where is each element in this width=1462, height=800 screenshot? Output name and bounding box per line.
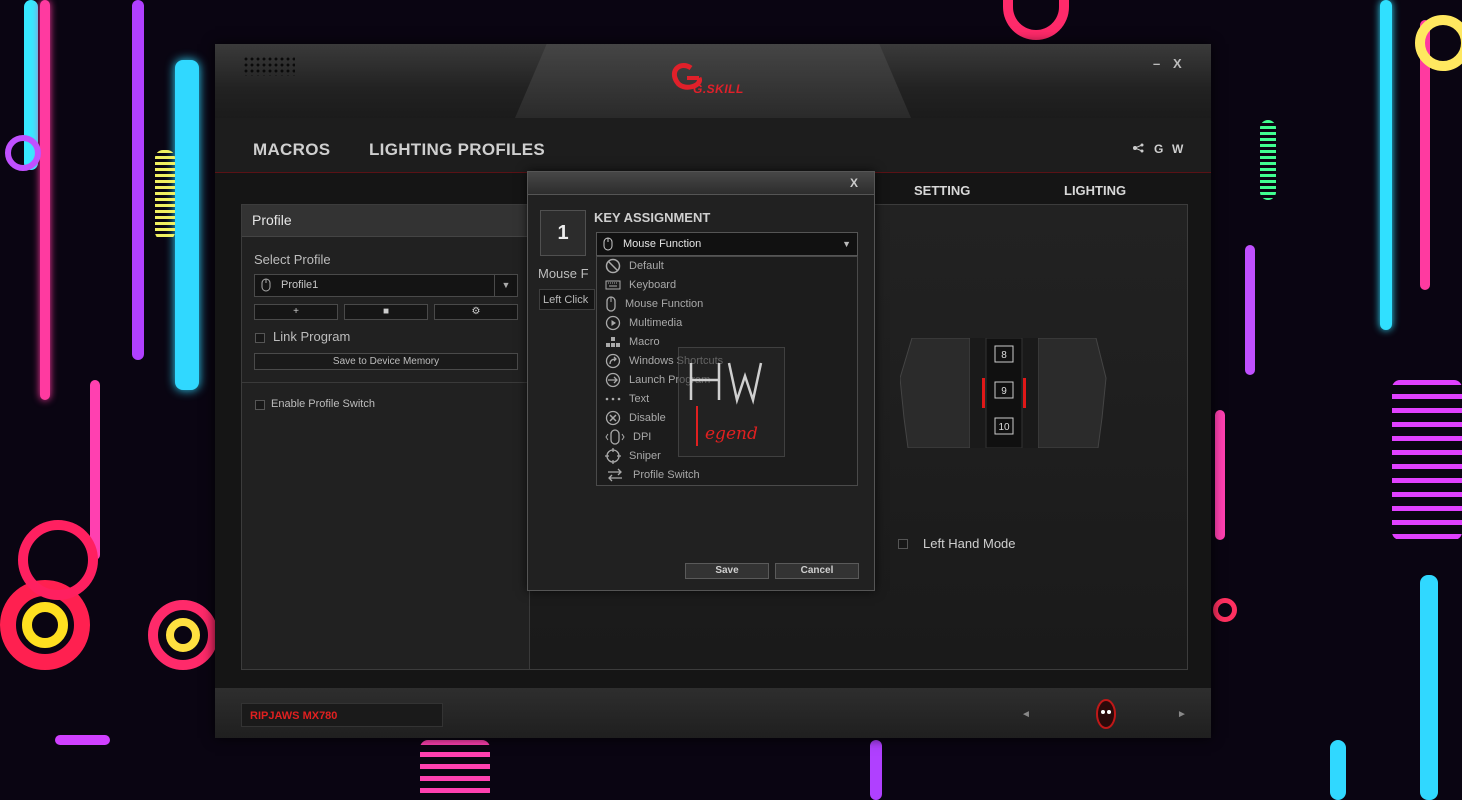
add-profile-button[interactable]: + [254, 304, 338, 320]
chevron-down-icon[interactable]: ▼ [494, 275, 517, 296]
tab-lighting[interactable]: LIGHTING [1064, 183, 1126, 198]
macro-icon [606, 337, 620, 348]
cancel-button[interactable]: Cancel [775, 563, 859, 579]
save-device-memory-button[interactable]: Save to Device Memory [254, 353, 518, 370]
delete-profile-button[interactable]: ■ [344, 304, 428, 320]
profile-select[interactable]: Profile1 ▼ [254, 274, 518, 297]
nav-macros[interactable]: MACROS [253, 140, 330, 160]
mouse-function-label: Mouse F [538, 266, 589, 281]
shortcut-icon [605, 353, 621, 369]
title-bar[interactable]: G.SKILL – X [215, 44, 1211, 118]
chevron-down-icon[interactable]: ▼ [842, 233, 851, 255]
profile-settings-button[interactable]: ⚙ [434, 304, 518, 320]
option-sniper[interactable]: Sniper [605, 447, 661, 466]
save-button[interactable]: Save [685, 563, 769, 579]
device-avatar-icon [1096, 699, 1116, 729]
key-assignment-dialog: X 1 KEY ASSIGNMENT Mouse F Left Click Mo… [527, 171, 875, 591]
dialog-close-button[interactable]: X [850, 176, 858, 190]
function-dropdown-value: Mouse Function [623, 238, 702, 250]
nav-lighting-profiles[interactable]: LIGHTING PROFILES [369, 140, 545, 160]
key-assignment-title: KEY ASSIGNMENT [594, 210, 711, 225]
mouse-button-9[interactable]: 9 [1001, 386, 1007, 397]
divider [242, 382, 529, 383]
enable-profile-switch-label: Enable Profile Switch [271, 398, 375, 410]
option-profile-switch[interactable]: Profile Switch [605, 466, 700, 485]
mouse-icon [606, 296, 616, 312]
prev-device-button[interactable]: ◄ [1021, 709, 1031, 720]
profile-header: Profile [242, 205, 529, 237]
option-disable[interactable]: Disable [605, 409, 666, 428]
link-program-label: Link Program [273, 329, 351, 344]
gskill-logo [671, 63, 702, 90]
svg-text:egend: egend [705, 424, 758, 444]
option-default[interactable]: Default [605, 257, 664, 276]
device-model-label: RIPJAWS MX780 [241, 703, 443, 727]
disable-icon [605, 410, 621, 426]
next-device-button[interactable]: ► [1177, 709, 1187, 720]
keyboard-icon [605, 280, 621, 290]
mouse-button-10[interactable]: 10 [998, 422, 1010, 433]
mouse-icon [603, 237, 613, 251]
nav-g-button[interactable]: G [1154, 142, 1163, 156]
speaker-grille [243, 56, 295, 76]
function-dropdown[interactable]: Mouse Function ▼ [596, 232, 858, 256]
watermark-logo: egend [678, 347, 785, 457]
mouse-illustration: 8 9 10 [900, 338, 1107, 448]
option-mouse-function[interactable]: Mouse Function [605, 295, 703, 314]
play-icon [605, 315, 621, 331]
minimize-button[interactable]: – [1153, 56, 1160, 71]
block-icon [605, 258, 621, 274]
dpi-icon [605, 429, 625, 445]
tab-setting[interactable]: SETTING [914, 183, 970, 198]
share-icon[interactable] [1132, 143, 1144, 153]
enable-profile-switch-checkbox[interactable] [255, 400, 265, 410]
ellipsis-icon [605, 397, 621, 401]
option-keyboard[interactable]: Keyboard [605, 276, 676, 295]
crosshair-icon [605, 448, 621, 465]
footer-bar: RIPJAWS MX780 ◄ ► [215, 688, 1211, 738]
left-hand-mode-checkbox[interactable] [898, 539, 908, 549]
left-click-field[interactable]: Left Click [539, 289, 595, 310]
mouse-button-8[interactable]: 8 [1001, 350, 1007, 361]
select-profile-label: Select Profile [254, 252, 331, 267]
profile-select-value: Profile1 [281, 279, 319, 291]
close-button[interactable]: X [1173, 56, 1182, 71]
link-program-checkbox[interactable] [255, 333, 265, 343]
left-hand-mode-label: Left Hand Mode [923, 536, 1016, 551]
switch-icon [608, 468, 622, 482]
dialog-title-bar[interactable] [528, 172, 874, 195]
key-number: 1 [540, 210, 586, 256]
main-nav: MACROS LIGHTING PROFILES G W [215, 118, 1211, 173]
mouse-icon [261, 278, 271, 292]
launch-icon [605, 372, 621, 388]
option-multimedia[interactable]: Multimedia [605, 314, 682, 333]
option-text[interactable]: Text [605, 390, 649, 409]
profile-panel: Profile Select Profile Profile1 ▼ + ■ ⚙ … [242, 205, 530, 669]
option-dpi[interactable]: DPI [605, 428, 651, 447]
nav-w-button[interactable]: W [1172, 142, 1183, 156]
logo-text: G.SKILL [693, 82, 744, 96]
option-macro[interactable]: Macro [605, 333, 660, 352]
